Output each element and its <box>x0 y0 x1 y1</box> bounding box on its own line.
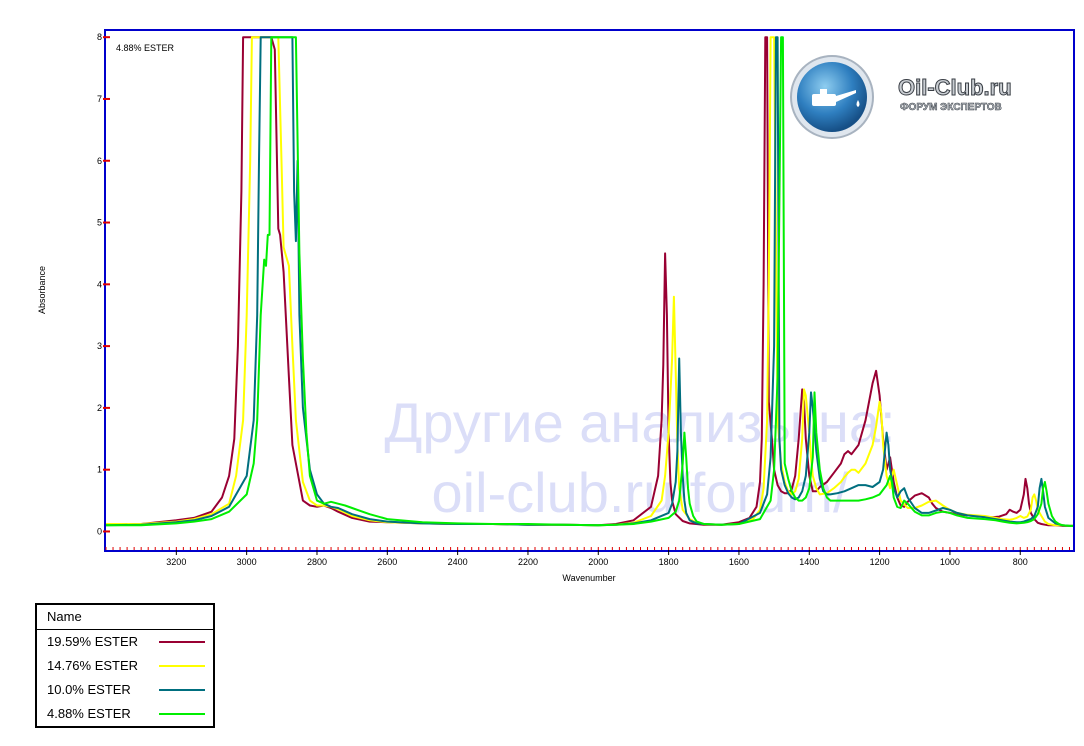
x-tick-label: 2600 <box>377 557 397 567</box>
legend-label: 10.0% ESTER <box>47 682 131 697</box>
x-tick-label: 1600 <box>729 557 749 567</box>
x-tick-label: 3200 <box>166 557 186 567</box>
x-tick-label: 1800 <box>659 557 679 567</box>
legend-swatch <box>159 641 205 643</box>
chart-subtitle: 4.88% ESTER <box>116 43 175 53</box>
x-tick-label: 800 <box>1013 557 1028 567</box>
x-tick-label: 2800 <box>307 557 327 567</box>
x-tick-label: 2000 <box>588 557 608 567</box>
y-tick-label: 4 <box>97 279 102 289</box>
legend-item: 19.59% ESTER <box>37 630 213 654</box>
y-tick-label: 2 <box>97 403 102 413</box>
x-axis-label: Wavenumber <box>562 573 615 583</box>
legend-swatch <box>159 665 205 667</box>
legend-item: 10.0% ESTER <box>37 678 213 702</box>
x-tick-label: 1400 <box>799 557 819 567</box>
logo-title: Oil-Club.ru <box>898 75 1012 100</box>
y-tick-label: 0 <box>97 526 102 536</box>
watermark-line-1: Другие анализы на: <box>384 391 895 454</box>
y-tick-label: 3 <box>97 341 102 351</box>
y-axis-label: Absorbance <box>37 266 47 314</box>
x-tick-label: 1000 <box>940 557 960 567</box>
x-tick-label: 2400 <box>448 557 468 567</box>
y-tick-label: 6 <box>97 156 102 166</box>
legend-item: 4.88% ESTER <box>37 702 213 726</box>
legend-swatch <box>159 713 205 715</box>
legend-label: 19.59% ESTER <box>47 634 139 649</box>
legend-swatch <box>159 689 205 691</box>
x-tick-label: 1200 <box>870 557 890 567</box>
x-tick-label: 2200 <box>518 557 538 567</box>
logo-tagline: ФОРУМ ЭКСПЕРТОВ <box>900 102 1002 113</box>
y-tick-label: 1 <box>97 465 102 475</box>
legend-item: 14.76% ESTER <box>37 654 213 678</box>
legend: Name 19.59% ESTER 14.76% ESTER 10.0% EST… <box>35 603 215 728</box>
legend-label: 14.76% ESTER <box>47 658 139 673</box>
legend-title: Name <box>37 605 213 630</box>
y-tick-label: 5 <box>97 218 102 228</box>
x-tick-label: 3000 <box>237 557 257 567</box>
legend-label: 4.88% ESTER <box>47 706 131 721</box>
y-tick-label: 8 <box>97 32 102 42</box>
y-tick-label: 7 <box>97 94 102 104</box>
